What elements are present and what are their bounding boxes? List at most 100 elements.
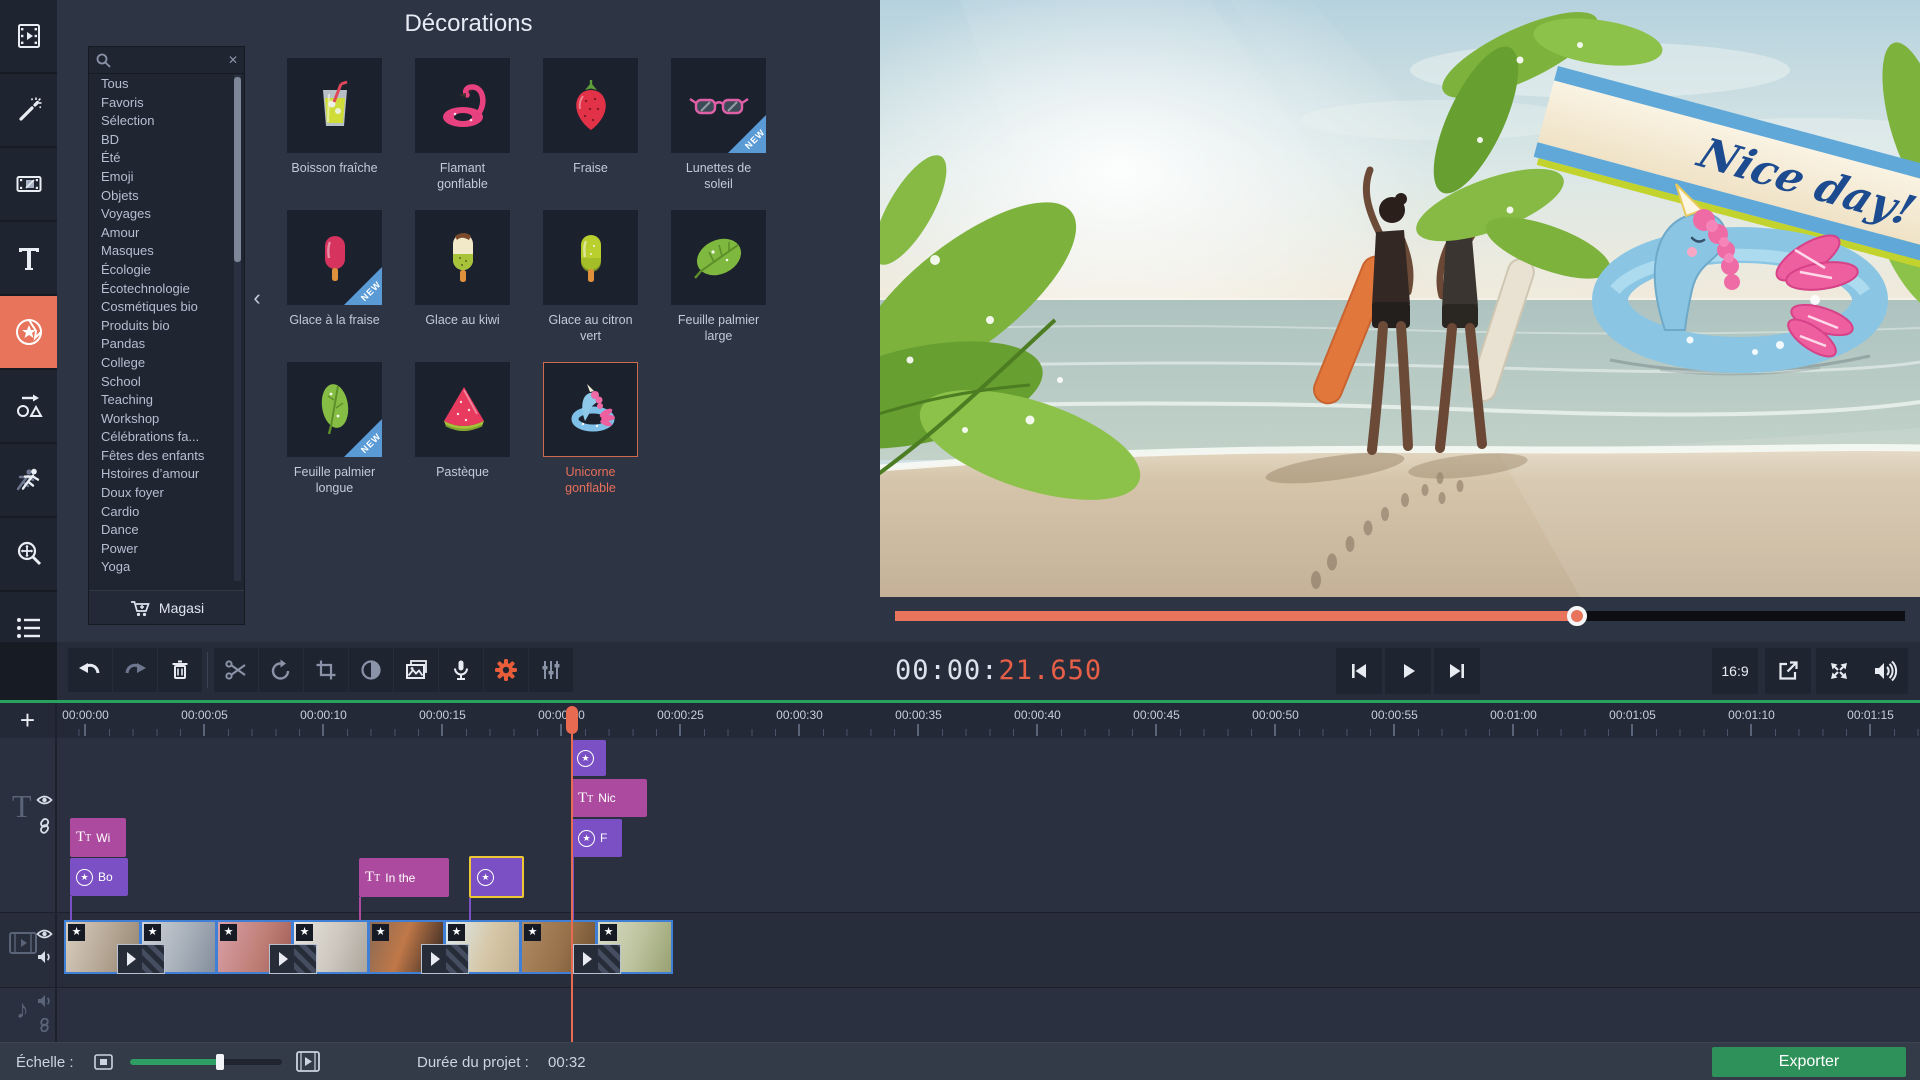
category-item[interactable]: Hstoires d’amour: [89, 465, 231, 484]
transition-badge[interactable]: [269, 944, 317, 974]
category-item[interactable]: Voyages: [89, 205, 231, 224]
photo-button[interactable]: [394, 648, 438, 692]
category-item[interactable]: Workshop: [89, 410, 231, 429]
cut-button[interactable]: [214, 648, 258, 692]
sticker-clip-selected[interactable]: ★: [469, 856, 524, 898]
category-item[interactable]: Produits bio: [89, 317, 231, 336]
category-item[interactable]: Teaching: [89, 391, 231, 410]
sidebar-item-titles[interactable]: [0, 222, 57, 294]
detach-preview-button[interactable]: [1765, 648, 1811, 694]
sidebar-item-pan-zoom[interactable]: [0, 518, 57, 590]
sticker-clip[interactable]: ★ Bo: [70, 858, 128, 896]
title-clip[interactable]: TT Nic: [572, 779, 647, 817]
record-voice-button[interactable]: [439, 648, 483, 692]
titles-track-visibility-toggle[interactable]: [36, 794, 53, 806]
next-frame-button[interactable]: [1434, 648, 1480, 694]
decoration-item-feuille-longue[interactable]: NEW Feuille pal­mier longue: [287, 362, 382, 514]
slider-handle[interactable]: [216, 1054, 224, 1070]
audio-track-link-toggle[interactable]: [37, 1018, 52, 1032]
undo-button[interactable]: [68, 648, 112, 692]
store-button[interactable]: Magasi: [89, 590, 244, 624]
sidebar-item-media[interactable]: [0, 0, 57, 72]
sidebar-item-transitions[interactable]: [0, 148, 57, 220]
category-item[interactable]: Objets: [89, 187, 231, 206]
search-box[interactable]: ✕: [89, 47, 244, 74]
category-item[interactable]: Emoji: [89, 168, 231, 187]
category-item[interactable]: Cardio: [89, 503, 231, 522]
category-item[interactable]: Power: [89, 540, 231, 559]
category-item[interactable]: Été: [89, 149, 231, 168]
rotate-button[interactable]: [259, 648, 303, 692]
category-item[interactable]: Tous: [89, 75, 231, 94]
category-item[interactable]: Célébrations fa...: [89, 428, 231, 447]
collapse-panel-button[interactable]: ‹: [248, 276, 266, 320]
zoom-out-film-icon[interactable]: [94, 1054, 113, 1070]
category-item[interactable]: College: [89, 354, 231, 373]
ruler-timestamp: 00:00:40: [978, 708, 1097, 722]
category-item[interactable]: Sélection: [89, 112, 231, 131]
sticker-clip[interactable]: ★ F: [572, 819, 622, 857]
title-clip[interactable]: TT In the: [359, 858, 449, 897]
clip-properties-button[interactable]: [484, 648, 528, 692]
category-item[interactable]: Fêtes des enfants: [89, 447, 231, 466]
seek-bar[interactable]: [895, 611, 1905, 621]
category-item[interactable]: Dance: [89, 521, 231, 540]
fullscreen-button[interactable]: [1816, 648, 1862, 694]
playhead-marker[interactable]: [566, 706, 578, 734]
timeline-ruler[interactable]: 00:00:0000:00:0500:00:1000:00:1500:00:20…: [57, 703, 1920, 738]
category-item[interactable]: Favoris: [89, 94, 231, 113]
aspect-ratio-button[interactable]: 16:9: [1712, 648, 1758, 694]
category-item[interactable]: BD: [89, 131, 231, 150]
decoration-item-glace-citron[interactable]: Glace au citron vert: [543, 210, 638, 362]
category-item[interactable]: Amour: [89, 224, 231, 243]
video-track-mute-toggle[interactable]: [37, 950, 53, 964]
scrollbar[interactable]: [234, 75, 241, 581]
title-clip[interactable]: TT Wi: [70, 818, 126, 857]
sidebar-item-animation[interactable]: [0, 444, 57, 516]
category-item[interactable]: Écotechnologie: [89, 280, 231, 299]
seek-handle[interactable]: [1567, 606, 1587, 626]
decoration-item-glace-kiwi[interactable]: Glace au kiwi: [415, 210, 510, 362]
transition-badge[interactable]: [117, 944, 165, 974]
previous-frame-button[interactable]: [1336, 648, 1382, 694]
category-item[interactable]: Masques: [89, 242, 231, 261]
shapes-motion-icon: [14, 391, 44, 421]
video-track-visibility-toggle[interactable]: [36, 928, 53, 940]
category-item[interactable]: Doux foyer: [89, 484, 231, 503]
delete-button[interactable]: [158, 648, 202, 692]
sticker-clip[interactable]: ★: [572, 740, 606, 776]
decoration-item-pasteque[interactable]: Pastèque: [415, 362, 510, 514]
star-icon: ★: [144, 924, 161, 941]
crop-button[interactable]: [304, 648, 348, 692]
titles-track-icon: T: [12, 788, 32, 825]
category-item[interactable]: Écologie: [89, 261, 231, 280]
close-icon[interactable]: ✕: [228, 53, 238, 67]
transition-badge[interactable]: [421, 944, 469, 974]
volume-button[interactable]: [1862, 648, 1908, 694]
decoration-item-lunettes[interactable]: NEW Lunettes de soleil: [671, 58, 766, 210]
sidebar-item-filters[interactable]: [0, 74, 57, 146]
category-item[interactable]: Cosmétiques bio: [89, 298, 231, 317]
scrollbar-thumb[interactable]: [234, 77, 241, 262]
category-item[interactable]: Yoga: [89, 558, 231, 577]
color-adjust-button[interactable]: [349, 648, 393, 692]
play-button[interactable]: [1385, 648, 1431, 694]
redo-button[interactable]: [113, 648, 157, 692]
decoration-item-fraise[interactable]: Fraise: [543, 58, 638, 210]
timeline-zoom-slider[interactable]: [130, 1059, 282, 1065]
titles-track-link-toggle[interactable]: [37, 818, 52, 834]
audio-track-mute-toggle[interactable]: [37, 994, 53, 1008]
category-item[interactable]: School: [89, 373, 231, 392]
sidebar-item-shapes-motion[interactable]: [0, 370, 57, 442]
zoom-in-film-icon[interactable]: [296, 1051, 320, 1072]
sidebar-item-stickers[interactable]: [0, 296, 57, 368]
decoration-item-flamant[interactable]: Flamant gonflable: [415, 58, 510, 210]
transition-badge[interactable]: [573, 944, 621, 974]
decoration-item-boisson[interactable]: Boisson fraîche: [287, 58, 382, 210]
category-item[interactable]: Pandas: [89, 335, 231, 354]
decoration-item-glace-fraise[interactable]: NEW Glace à la fraise: [287, 210, 382, 362]
export-button[interactable]: Exporter: [1712, 1047, 1906, 1077]
audio-levels-button[interactable]: [529, 648, 573, 692]
decoration-item-feuille-large[interactable]: Feuille pal­mier large: [671, 210, 766, 362]
decoration-item-unicorne[interactable]: Unicorne gonflable: [543, 362, 638, 514]
